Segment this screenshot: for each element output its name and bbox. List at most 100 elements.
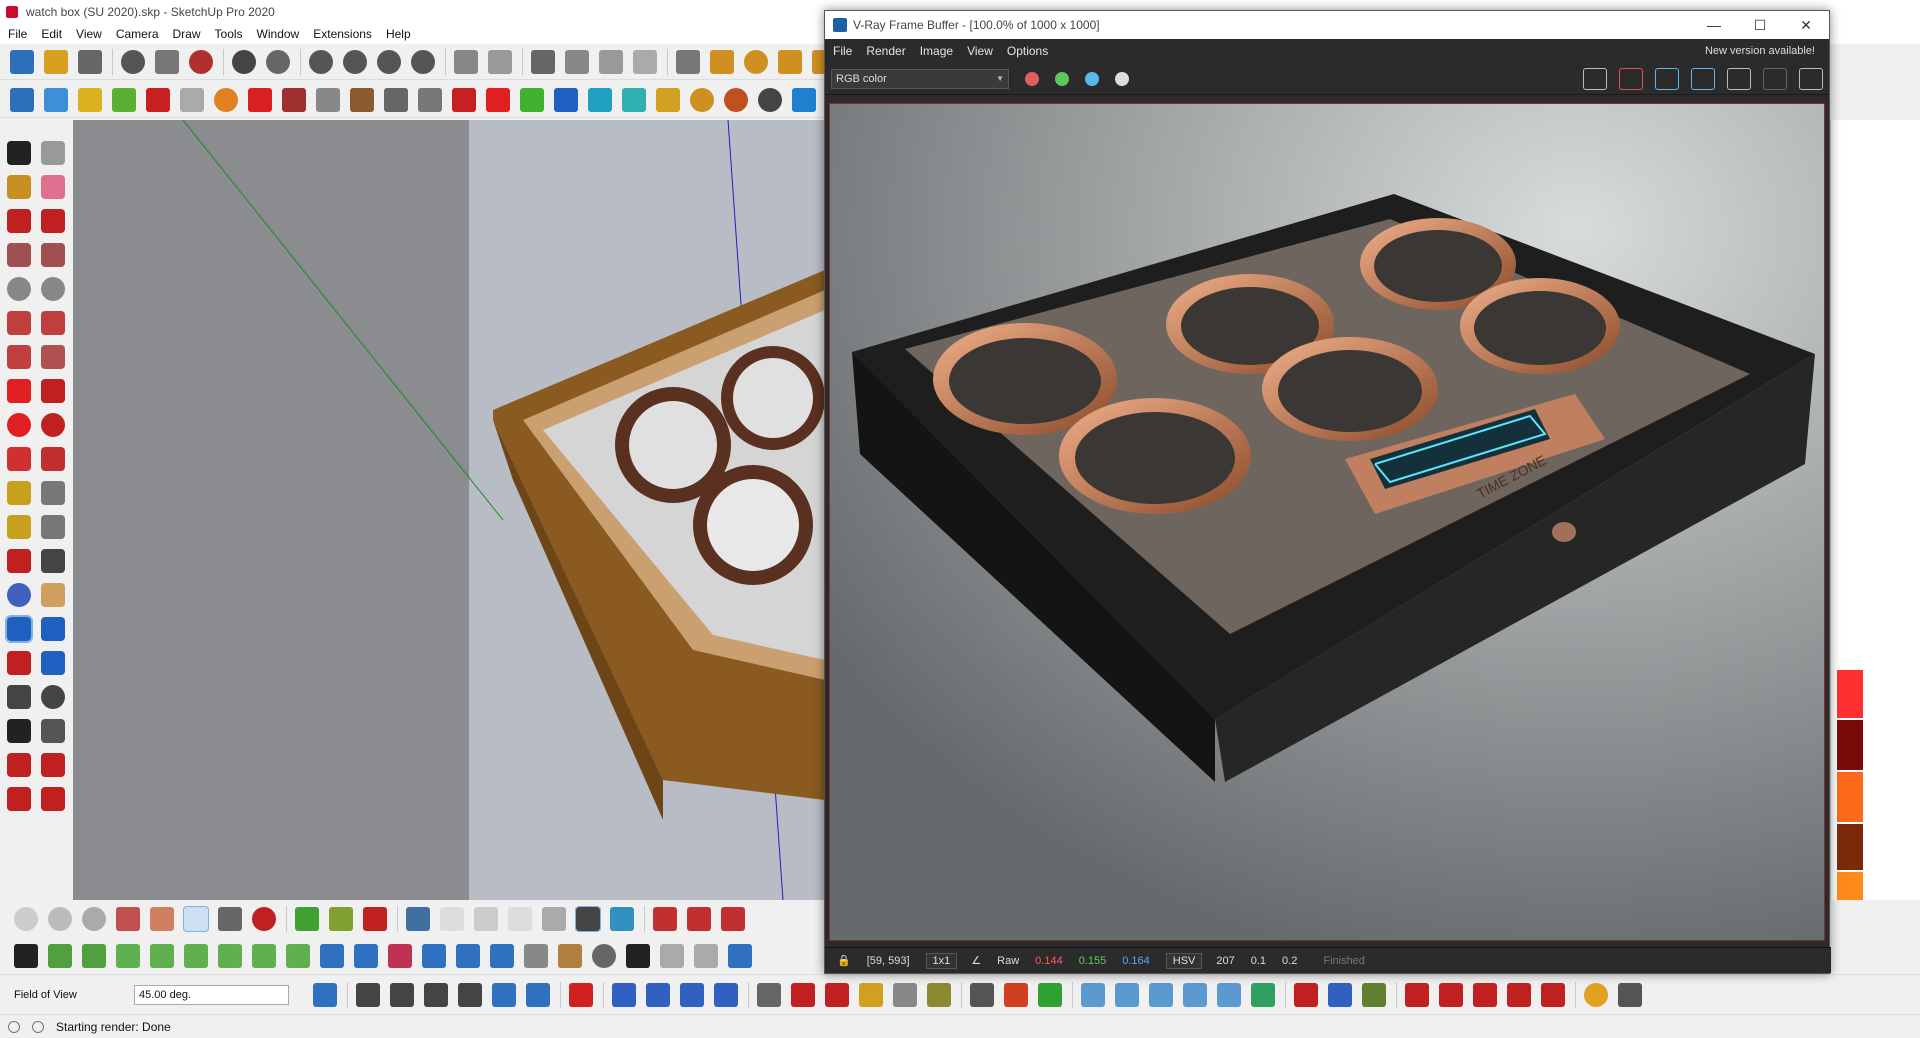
measurements-input[interactable]: 45.00 deg. — [134, 984, 289, 1005]
sphere-light-icon[interactable] — [744, 49, 768, 74]
orbit-icon[interactable] — [7, 583, 31, 607]
menu-edit[interactable]: Edit — [41, 27, 62, 41]
group-blue-icon[interactable] — [492, 982, 516, 1007]
section-fill-icon[interactable] — [569, 982, 593, 1007]
previous-view-icon[interactable] — [41, 651, 65, 675]
model-info-icon[interactable] — [252, 906, 276, 931]
new-version-link[interactable]: New version available! — [1705, 45, 1815, 57]
move-green-icon[interactable] — [520, 87, 544, 112]
sketchup-viewport[interactable] — [73, 120, 825, 900]
shape-1-icon[interactable] — [1081, 982, 1105, 1007]
pie-icon[interactable] — [41, 345, 65, 369]
array-path-icon[interactable] — [490, 943, 514, 968]
maximize-icon[interactable]: ☐ — [1737, 17, 1783, 34]
region-render-icon[interactable] — [1691, 67, 1715, 90]
cube-orange-icon[interactable] — [859, 982, 883, 1007]
distribute-plus-icon[interactable] — [252, 943, 276, 968]
eraser-icon[interactable] — [41, 175, 65, 199]
push-pull-icon[interactable] — [41, 379, 65, 403]
array-radial-icon[interactable] — [456, 943, 480, 968]
back-view-icon[interactable] — [542, 906, 566, 931]
top-view-icon[interactable] — [440, 906, 464, 931]
alpha-channel-icon[interactable] — [1115, 71, 1129, 86]
grid-plus-icon[interactable] — [354, 943, 378, 968]
vray-logo-icon[interactable] — [10, 49, 34, 74]
network-small-icon[interactable] — [728, 943, 752, 968]
vfb-menu-image[interactable]: Image — [920, 44, 953, 58]
warning-icon[interactable] — [656, 87, 680, 112]
render-teapot-icon[interactable] — [1727, 67, 1751, 90]
cone-icon[interactable] — [588, 87, 612, 112]
lasso-icon[interactable] — [724, 87, 748, 112]
shaded-icon[interactable] — [150, 906, 174, 931]
shape-3-icon[interactable] — [1149, 982, 1173, 1007]
group-blue-2-icon[interactable] — [526, 982, 550, 1007]
arc-icon[interactable] — [7, 311, 31, 335]
shield-icon[interactable] — [970, 982, 994, 1007]
tool-red-1-icon[interactable] — [1294, 982, 1318, 1007]
blue-channel-icon[interactable] — [1085, 71, 1099, 86]
tool-red-6-icon[interactable] — [1541, 982, 1565, 1007]
green-channel-icon[interactable] — [1055, 71, 1069, 86]
shape-6-icon[interactable] — [1251, 982, 1275, 1007]
batch-render-icon[interactable] — [454, 49, 478, 74]
slash-4-icon[interactable] — [714, 982, 738, 1007]
select-small-icon[interactable] — [14, 943, 38, 968]
stamp-icon[interactable] — [146, 87, 170, 112]
line-icon[interactable] — [7, 209, 31, 233]
shaded-textures-icon[interactable] — [183, 905, 209, 932]
offset-icon[interactable] — [41, 447, 65, 471]
axes-icon[interactable] — [7, 549, 31, 573]
curve-icon[interactable] — [418, 87, 442, 112]
zoom-window-icon[interactable] — [41, 617, 65, 641]
slash-2-icon[interactable] — [646, 982, 670, 1007]
left-view-icon[interactable] — [575, 905, 601, 932]
select-icon[interactable] — [7, 141, 31, 165]
menu-view[interactable]: View — [76, 27, 102, 41]
tools-icon[interactable] — [1618, 982, 1642, 1007]
look-around-icon[interactable] — [41, 685, 65, 709]
rotate-tool-icon[interactable] — [214, 87, 238, 112]
paint-bucket-icon[interactable] — [7, 175, 31, 199]
group-icon[interactable] — [356, 982, 380, 1007]
water-icon[interactable] — [622, 87, 646, 112]
position-camera-icon[interactable] — [7, 685, 31, 709]
rendered-image[interactable]: TIME ZONE — [829, 103, 1825, 941]
material-swatch[interactable] — [1837, 872, 1863, 900]
make-component-icon[interactable] — [41, 141, 65, 165]
fredo-box-icon[interactable] — [82, 943, 106, 968]
asset-editor-icon[interactable] — [232, 49, 256, 74]
window-copy-icon[interactable] — [565, 49, 589, 74]
shape-5-icon[interactable] — [1217, 982, 1241, 1007]
ruby-icon[interactable] — [41, 787, 65, 811]
tool-red-4-icon[interactable] — [1473, 982, 1497, 1007]
vfb-menu-render[interactable]: Render — [866, 44, 905, 58]
window-export-icon[interactable] — [599, 49, 623, 74]
move-icon[interactable] — [7, 379, 31, 403]
tool-red-5-icon[interactable] — [1507, 982, 1531, 1007]
stop-teapot-icon[interactable] — [1799, 67, 1823, 90]
follow-me-icon[interactable] — [41, 413, 65, 437]
hand-icon[interactable] — [757, 982, 781, 1007]
light-gen-icon[interactable] — [676, 49, 700, 74]
ies-light-icon[interactable] — [778, 49, 802, 74]
rotated-rectangle-icon[interactable] — [41, 243, 65, 267]
protractor-icon[interactable] — [7, 515, 31, 539]
material-swatch[interactable] — [1837, 670, 1863, 718]
bezier-icon[interactable] — [452, 87, 476, 112]
text-icon[interactable] — [41, 515, 65, 539]
layer-icon[interactable] — [282, 87, 306, 112]
distribute-icon[interactable] — [218, 943, 242, 968]
red-channel-icon[interactable] — [1025, 71, 1039, 86]
grid-icon[interactable] — [320, 943, 344, 968]
vfb-menu-view[interactable]: View — [967, 44, 993, 58]
dimension-icon[interactable] — [41, 481, 65, 505]
fx-icon[interactable] — [44, 49, 68, 74]
flag-icon[interactable] — [316, 87, 340, 112]
section-plane-icon[interactable] — [41, 719, 65, 743]
box-icon[interactable] — [78, 87, 102, 112]
lock-icon[interactable]: 🔒 — [837, 954, 851, 967]
menu-window[interactable]: Window — [257, 27, 300, 41]
minimize-icon[interactable]: — — [1691, 17, 1737, 34]
menu-tools[interactable]: Tools — [215, 27, 243, 41]
